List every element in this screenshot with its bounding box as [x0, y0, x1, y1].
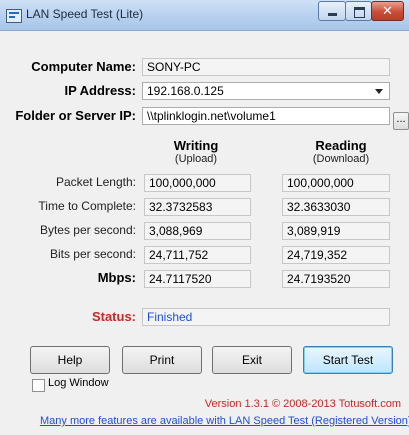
- bytes-per-second-label: Bytes per second:: [39, 223, 136, 237]
- packet-length-label: Packet Length:: [55, 175, 136, 189]
- writing-title: Writing: [173, 138, 219, 153]
- start-test-button[interactable]: Start Test: [303, 346, 393, 374]
- packet-length-writing: 100,000,000: [144, 174, 251, 192]
- status-value: Finished: [142, 308, 390, 326]
- time-to-complete-writing: 32.3732583: [144, 198, 251, 216]
- writing-header: Writing (Upload): [150, 138, 242, 165]
- version-text: Version 1.3.1 © 2008-2013 Totusoft.com: [204, 398, 401, 410]
- bytes-per-second-writing: 3,088,969: [144, 222, 251, 240]
- browse-button[interactable]: ...: [393, 112, 409, 130]
- bits-per-second-writing: 24,711,752: [144, 246, 251, 264]
- mbps-label: Mbps:: [97, 270, 136, 285]
- time-to-complete-reading: 32.3633030: [282, 198, 390, 216]
- window-title: LAN Speed Test (Lite): [26, 7, 144, 21]
- app-window: LAN Speed Test (Lite) ✕ Computer Name: S…: [0, 0, 409, 435]
- status-label: Status:: [91, 309, 136, 324]
- app-icon: [6, 9, 22, 23]
- reading-subtitle: (Download): [312, 153, 370, 165]
- bits-per-second-label: Bits per second:: [49, 247, 136, 261]
- minimize-button[interactable]: [318, 1, 346, 21]
- mbps-reading: 24.7193520: [282, 270, 390, 288]
- ip-address-label: IP Address:: [64, 83, 136, 98]
- computer-name-label: Computer Name:: [31, 59, 136, 74]
- help-button[interactable]: Help: [30, 346, 110, 374]
- title-bar: LAN Speed Test (Lite) ✕: [0, 0, 409, 31]
- packet-length-reading: 100,000,000: [282, 174, 390, 192]
- maximize-button[interactable]: [345, 1, 372, 21]
- reading-title: Reading: [315, 138, 367, 153]
- time-to-complete-label: Time to Complete:: [38, 199, 136, 213]
- dropdown-arrow-icon: [375, 89, 383, 94]
- registered-version-link[interactable]: Many more features are available with LA…: [40, 415, 409, 427]
- exit-button[interactable]: Exit: [212, 346, 292, 374]
- print-button[interactable]: Print: [122, 346, 202, 374]
- log-window-checkbox[interactable]: [32, 379, 45, 392]
- writing-subtitle: (Upload): [174, 153, 218, 165]
- ip-address-combo[interactable]: 192.168.0.125: [142, 82, 390, 100]
- folder-label: Folder or Server IP:: [15, 108, 136, 123]
- computer-name-field: SONY-PC: [142, 58, 390, 76]
- bits-per-second-reading: 24,719,352: [282, 246, 390, 264]
- log-window-label: Log Window: [48, 377, 109, 389]
- mbps-writing: 24.7117520: [144, 270, 251, 288]
- close-button[interactable]: ✕: [371, 1, 404, 21]
- folder-input[interactable]: \\tplinklogin.net\volume1: [142, 107, 390, 125]
- close-icon: ✕: [382, 3, 393, 18]
- bytes-per-second-reading: 3,089,919: [282, 222, 390, 240]
- reading-header: Reading (Download): [291, 138, 391, 165]
- ip-address-value: 192.168.0.125: [147, 84, 224, 98]
